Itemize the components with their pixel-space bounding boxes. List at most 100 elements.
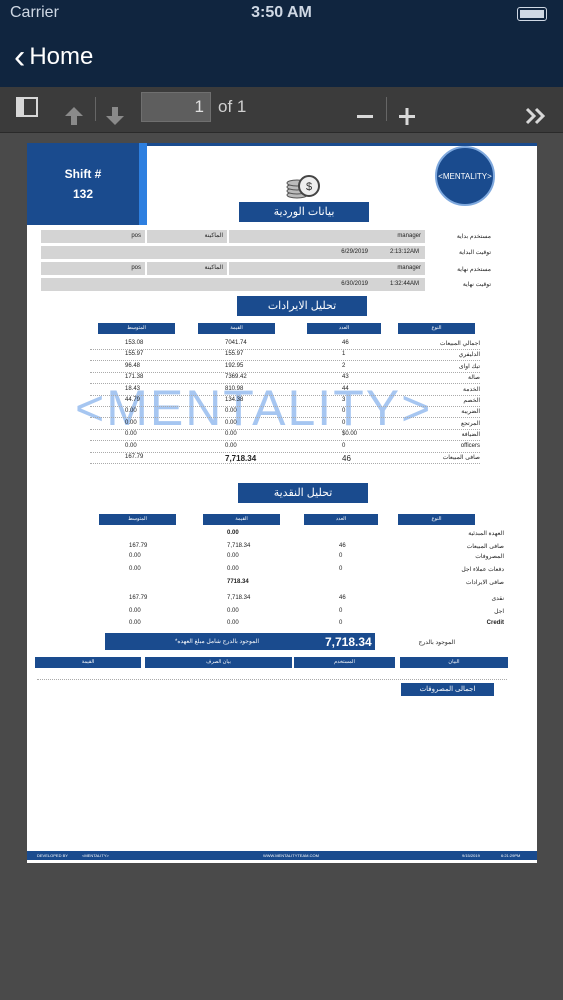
end-time: 1:32:44AM (389, 281, 419, 287)
revenue-row: المرتجع 0 0.00 0.00 (90, 419, 480, 430)
cash-label: المصروفات (475, 554, 504, 560)
revenue-value: 810.98 (225, 385, 244, 392)
expense-header-kind: بيان الصرف (145, 657, 292, 668)
revenue-count: 3 (342, 397, 346, 403)
revenue-value: 7,718.34 (225, 454, 257, 463)
revenue-value: 0.00 (225, 431, 237, 438)
machine-label: الماكينة (204, 265, 224, 271)
back-button[interactable]: ‹ Home (14, 40, 93, 74)
revenue-label: المرتجع (460, 420, 480, 427)
zoom-out-icon[interactable] (356, 97, 374, 142)
expense-header-user: المستخدم (294, 657, 395, 668)
revenue-label: صالة (468, 375, 480, 382)
revenue-avg: 18.43 (125, 385, 141, 392)
cash-avg: 0.00 (129, 608, 141, 614)
revenue-value: 0.00 (225, 442, 237, 449)
cash-value: 0.00 (227, 608, 239, 614)
cash-label: نقدى (491, 596, 504, 602)
revenue-count: 1 (342, 351, 346, 358)
expense-divider (37, 679, 507, 680)
revenue-avg: 167.79 (125, 454, 144, 460)
cash-value: 7718.34 (227, 579, 249, 585)
revenue-row: اجمالي المبيعات 46 7041.74 153.08 (90, 339, 480, 350)
cash-count: 0 (339, 553, 343, 559)
revenue-label: اجمالي المبيعات (439, 341, 480, 347)
report-footer: DEVELOPED BY <MENTALITY> WWW.MENTALITYTE… (27, 851, 537, 860)
revenue-label: الخدمة (463, 386, 480, 393)
cash-row: Credit 0 0.00 0.00 (107, 620, 504, 630)
cash-count: 46 (339, 543, 346, 549)
revenue-count: 0 (342, 442, 346, 449)
revenue-avg: 0.00 (125, 408, 137, 415)
revenue-count: 2 (342, 362, 346, 369)
cash-avg: 167.79 (129, 595, 148, 601)
start-time-label: توقيت البداية (458, 250, 491, 256)
cash-count: 46 (339, 595, 346, 601)
shift-stripe (139, 143, 147, 225)
revenue-count: 46 (342, 454, 351, 463)
report-page: Shift # 132 <MENTALITY> $ بيانات الوردية… (27, 143, 537, 863)
shift-label: Shift # (64, 167, 102, 181)
chevron-left-icon: ‹ (14, 38, 26, 76)
end-user-label: مستخدم نهاية (457, 267, 491, 273)
revenue-value: 134.38 (225, 397, 244, 403)
shift-box: Shift # 132 (27, 143, 139, 225)
revenue-row: officers 0 0.00 0.00 (90, 442, 480, 453)
machine-field: pos (41, 230, 145, 243)
sidebar-toggle-icon[interactable] (16, 87, 38, 132)
end-time-field: 6/30/2019 1:32:44AM (41, 278, 425, 291)
revenue-label: الخصم (463, 398, 480, 404)
page-count-label: of 1 (218, 97, 247, 116)
battery-icon (517, 7, 547, 21)
cash-avg: 0.00 (129, 566, 141, 572)
cash-count: 0 (339, 620, 343, 626)
revenue-row: الخدمة 44 810.98 18.43 (90, 385, 480, 396)
page-number-input[interactable]: 1 (141, 92, 211, 122)
revenue-count: 44 (342, 385, 349, 392)
cash-label: دفعات عملاء اجل (461, 567, 504, 573)
clock: 3:50 AM (251, 4, 312, 21)
toolbar-divider (386, 97, 387, 121)
cash-title: تحليل النقدية (238, 483, 368, 503)
revenue-value: 192.95 (225, 362, 244, 369)
footer-developed-by: DEVELOPED BY (37, 853, 68, 858)
footer-date: 9/15/2019 (462, 853, 480, 858)
revenue-count: 46 (342, 340, 349, 346)
revenue-avg: 96.48 (125, 362, 141, 369)
start-user-field: manager (229, 230, 425, 243)
machine-label-cell-2: الماكينة (147, 262, 227, 275)
end-user-value: manager (397, 265, 421, 271)
revenue-label: officers (460, 442, 480, 449)
cash-row: دفعات عملاء اجل 0 0.00 0.00 (107, 566, 504, 576)
revenue-row: الضريبة 0 0.00 0.00 (90, 407, 480, 419)
drawer-note: *الموجود بالدرج شامل مبلغ العهده (175, 639, 260, 645)
end-date: 6/30/2019 (341, 281, 368, 287)
expense-header-value: القيمة (35, 657, 141, 668)
cash-avg: 0.00 (129, 553, 141, 559)
revenue-value: 7369.42 (225, 374, 247, 381)
revenue-avg: 0.00 (125, 442, 137, 449)
double-chevron-icon[interactable] (524, 97, 548, 142)
cash-row: العهدة المبدئية 0.00 (107, 530, 504, 540)
revenue-label: الضريبة (461, 409, 480, 416)
machine-value: pos (131, 265, 141, 271)
revenue-avg: 171.38 (125, 374, 144, 381)
cash-row: المصروفات 0 0.00 0.00 (107, 553, 504, 563)
revenue-count: $0.00 (342, 431, 358, 438)
shift-number: 132 (72, 187, 94, 201)
revenue-row: صالة 43 7369.42 171.38 (90, 373, 480, 385)
start-time-field: 6/29/2019 2:13:12AM (41, 246, 425, 259)
cash-label: اجل (494, 609, 504, 615)
arrow-up-icon[interactable] (63, 97, 85, 142)
cash-header-type: النوع (398, 514, 475, 525)
cash-avg: 0.00 (129, 620, 141, 626)
cash-value: 0.00 (227, 553, 239, 559)
footer-logo: <MENTALITY> (82, 853, 109, 858)
cash-value: 0.00 (227, 620, 239, 626)
arrow-down-icon[interactable] (104, 97, 126, 142)
machine-value: pos (131, 233, 141, 239)
zoom-in-icon[interactable] (398, 97, 416, 142)
cash-value: 7,718.34 (227, 595, 251, 601)
start-date: 6/29/2019 (341, 249, 368, 255)
logo-text: <MENTALITY> (438, 171, 492, 181)
